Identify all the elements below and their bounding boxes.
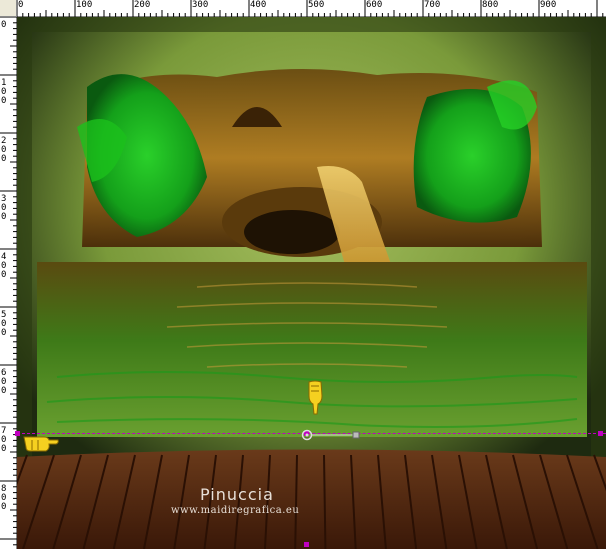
watermark-name: Pinuccia (200, 485, 274, 504)
vruler-label-200: 2 0 0 (1, 136, 12, 164)
vruler-label-800: 8 0 0 (1, 484, 12, 512)
ruler-label-600: 600 (366, 0, 383, 10)
vruler-label-700: 7 0 0 (1, 426, 12, 454)
rotation-handle-icon[interactable] (300, 428, 370, 442)
vruler-label-100: 1 0 0 (1, 78, 12, 106)
ruler-corner (0, 0, 17, 17)
ruler-label-400: 400 (250, 0, 267, 10)
ruler-label-700: 700 (424, 0, 441, 10)
selection-handle-bottom[interactable] (304, 542, 309, 547)
canvas-artwork (17, 17, 606, 549)
ruler-label-500: 500 (308, 0, 325, 10)
ruler-label-800: 800 (482, 0, 499, 10)
ruler-label-100: 100 (76, 0, 93, 10)
vertical-ruler: 0 1 0 0 2 0 0 3 0 0 4 0 0 5 0 0 6 0 0 7 … (0, 17, 17, 549)
vruler-label-500: 5 0 0 (1, 310, 12, 338)
horizontal-ruler: 0 100 200 300 400 500 600 700 800 900 (0, 0, 606, 17)
vruler-label-400: 4 0 0 (1, 252, 12, 280)
watermark-url: www.maidiregrafica.eu (171, 505, 300, 516)
ruler-label-300: 300 (192, 0, 209, 10)
hand-pointer-right-icon (23, 436, 59, 452)
ruler-label-0: 0 (18, 0, 24, 10)
image-canvas[interactable] (17, 17, 606, 549)
selection-handle-left[interactable] (15, 431, 20, 436)
selection-handle-right[interactable] (598, 431, 603, 436)
hand-pointer-down-icon (308, 380, 323, 415)
vruler-label-300: 3 0 0 (1, 194, 12, 222)
vruler-label-0: 0 (1, 20, 7, 30)
ruler-label-900: 900 (540, 0, 557, 10)
ruler-label-200: 200 (134, 0, 151, 10)
vruler-label-600: 6 0 0 (1, 368, 12, 396)
